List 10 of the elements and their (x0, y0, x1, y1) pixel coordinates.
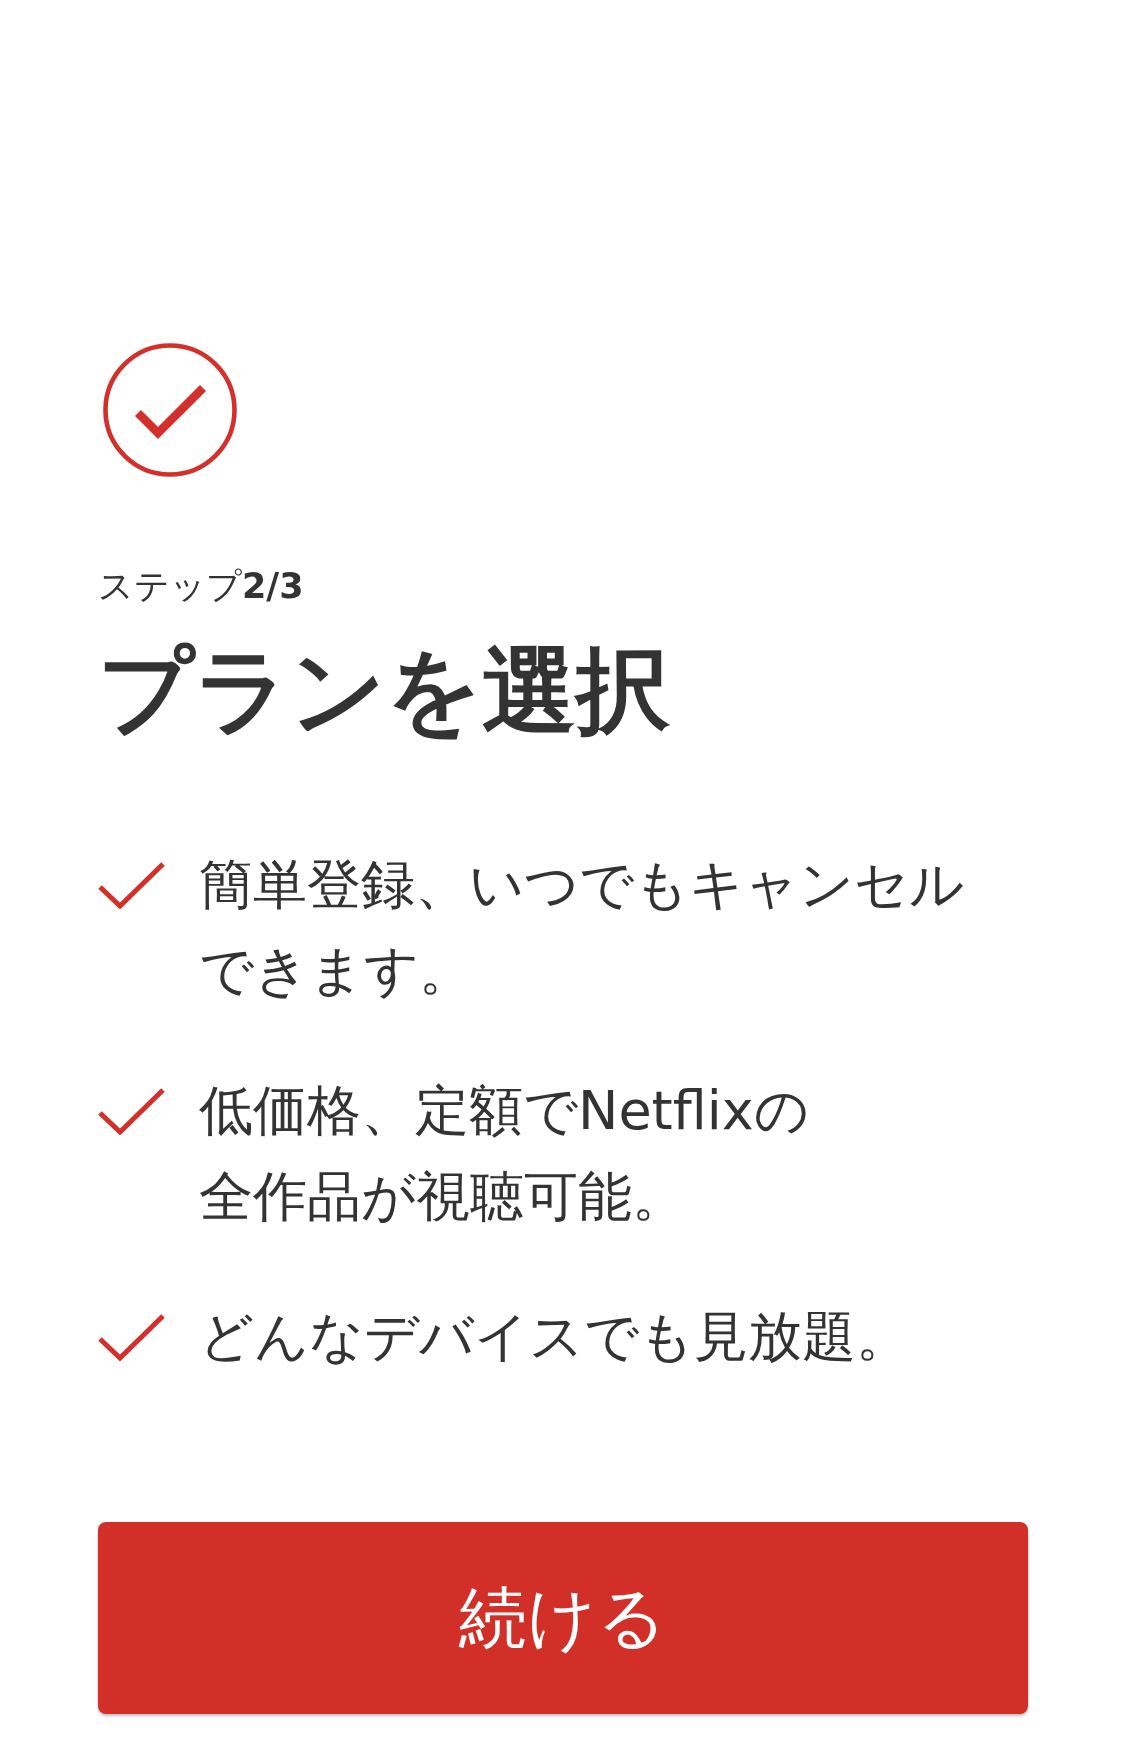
check-circle-icon (103, 343, 237, 477)
page-title: プランを選択 (98, 636, 670, 746)
benefit-text: 簡単登録、いつでもキャンセル できます。 (199, 852, 965, 1004)
benefit-text: どんなデバイスでも見放題。 (199, 1304, 911, 1370)
check-icon (98, 862, 165, 909)
check-icon (98, 1314, 165, 1361)
continue-button[interactable]: 続ける (98, 1522, 1028, 1714)
benefit-text: 低価格、定額でNetflixの 全作品が視聴可能。 (199, 1078, 810, 1230)
check-icon (98, 1088, 165, 1135)
step-indicator: ステップ2/3 (98, 565, 304, 608)
